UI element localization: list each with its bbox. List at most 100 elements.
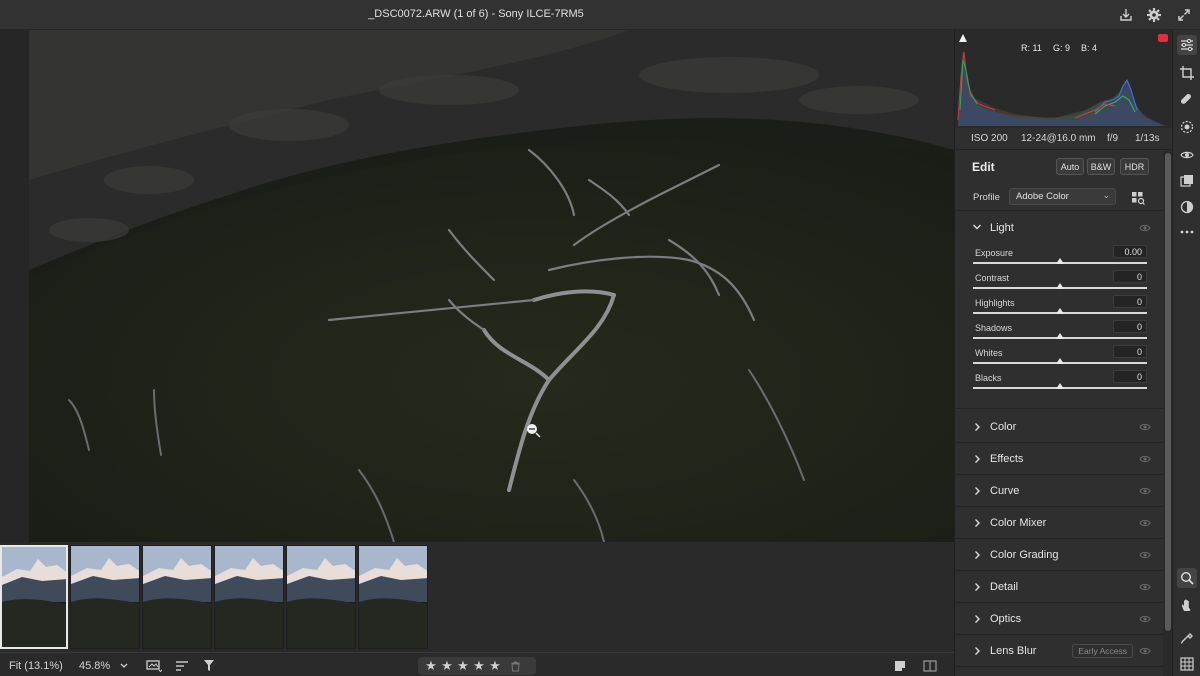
filmstrip-thumbnail[interactable] (70, 545, 140, 649)
slider-thumb[interactable] (1056, 333, 1064, 339)
slider-thumb[interactable] (1056, 283, 1064, 289)
chevron-down-icon (972, 222, 982, 232)
fit-zoom-button[interactable]: Fit (13.1%) (9, 660, 63, 672)
filmstrip-thumbnail[interactable] (0, 545, 68, 649)
section-optics[interactable]: Optics (955, 603, 1163, 635)
filter-icon[interactable] (201, 658, 217, 673)
profile-select[interactable]: Adobe Color ⌄ (1009, 188, 1116, 205)
filmstrip-thumbnail[interactable] (358, 545, 428, 649)
chevron-down-icon: ⌄ (1102, 190, 1110, 200)
filmstrip-thumbnail[interactable] (142, 545, 212, 649)
slider-thumb[interactable] (1056, 358, 1064, 364)
star-icon[interactable]: ★ (488, 659, 502, 673)
eye-icon[interactable] (1139, 422, 1151, 432)
photo-canvas[interactable] (29, 30, 954, 542)
eye-icon[interactable] (1139, 550, 1151, 560)
slider-track[interactable] (973, 308, 1147, 314)
chevron-right-icon (972, 454, 982, 464)
histogram-g-value: G: 9 (1053, 43, 1071, 53)
section-curve[interactable]: Curve (955, 475, 1163, 507)
star-rating: ★ ★ ★ ★ ★ (418, 657, 536, 675)
hand-tool-icon[interactable] (1177, 595, 1197, 615)
expand-icon[interactable] (1174, 5, 1194, 25)
single-view-icon[interactable] (893, 658, 907, 673)
chevron-down-icon[interactable] (118, 658, 130, 673)
exposure-value-field[interactable]: 0.00 (1113, 245, 1147, 258)
profile-value: Adobe Color (1016, 191, 1069, 202)
edit-sliders-icon[interactable] (1177, 35, 1197, 55)
sampler-icon[interactable] (1177, 627, 1197, 647)
filmstrip-thumbnail[interactable] (286, 545, 356, 649)
iso-value: ISO 200 (971, 133, 1008, 144)
zoom-level-button[interactable]: 45.8% (79, 660, 110, 672)
healing-brush-icon[interactable] (1177, 90, 1197, 110)
slider-track[interactable] (973, 383, 1147, 389)
filmstrip-thumbnail[interactable] (214, 545, 284, 649)
slider-track[interactable] (973, 258, 1147, 264)
whites-value-field[interactable]: 0 (1113, 345, 1147, 358)
bw-button[interactable]: B&W (1087, 158, 1115, 175)
histogram-b-value: B: 4 (1081, 43, 1098, 53)
slider-thumb[interactable] (1056, 258, 1064, 264)
zoom-tool-icon[interactable] (1177, 568, 1197, 588)
highlights-value-field[interactable]: 0 (1113, 295, 1147, 308)
eye-icon[interactable] (1139, 646, 1151, 656)
gear-icon[interactable] (1144, 5, 1164, 25)
section-detail[interactable]: Detail (955, 571, 1163, 603)
scrollbar-thumb[interactable] (1165, 153, 1171, 631)
red-eye-icon[interactable] (1177, 145, 1197, 165)
title-bar: _DSC0072.ARW (1 of 6) - Sony ILCE-7RM5 (0, 0, 1200, 30)
camera-info: ISO 200 12-24@16.0 mm f/9 1/13s (955, 128, 1173, 150)
shadows-value-field[interactable]: 0 (1113, 320, 1147, 333)
eye-icon[interactable] (1139, 614, 1151, 624)
bottom-bar: Fit (13.1%) 45.8% ★ ★ ★ ★ ★ (0, 652, 954, 676)
eye-icon[interactable] (1139, 486, 1151, 496)
slider-thumb[interactable] (1056, 383, 1064, 389)
save-image-icon[interactable] (1116, 5, 1136, 25)
eye-icon[interactable] (1139, 454, 1151, 464)
masking-icon[interactable] (1177, 117, 1197, 137)
chevron-right-icon (972, 614, 982, 624)
slider-track[interactable] (973, 358, 1147, 364)
trash-icon[interactable] (508, 661, 522, 672)
slider-track[interactable] (973, 283, 1147, 289)
section-lens-blur[interactable]: Lens Blur Early Access (955, 635, 1163, 667)
eye-icon[interactable] (1139, 518, 1151, 528)
slider-track[interactable] (973, 333, 1147, 339)
section-effects[interactable]: Effects (955, 443, 1163, 475)
star-icon[interactable]: ★ (424, 659, 438, 673)
star-icon[interactable]: ★ (440, 659, 454, 673)
more-icon[interactable] (1177, 222, 1197, 242)
profile-browser-icon[interactable] (1131, 191, 1145, 205)
auto-button[interactable]: Auto (1056, 158, 1084, 175)
slider-thumb[interactable] (1056, 308, 1064, 314)
eye-icon[interactable] (1139, 582, 1151, 592)
contrast-value-field[interactable]: 0 (1113, 270, 1147, 283)
crop-icon[interactable] (1177, 63, 1197, 83)
section-title: Lens Blur (990, 645, 1037, 657)
star-icon[interactable]: ★ (456, 659, 470, 673)
section-color[interactable]: Color (955, 411, 1163, 443)
star-icon[interactable]: ★ (472, 659, 486, 673)
slider-whites: Whites 0 (955, 345, 1163, 370)
slider-label: Exposure (975, 248, 1014, 258)
light-section-title: Light (990, 222, 1014, 234)
eye-icon[interactable] (1139, 223, 1151, 233)
left-gutter (0, 30, 29, 542)
snapshots-icon[interactable] (1177, 197, 1197, 217)
section-title: Effects (990, 453, 1024, 465)
hdr-button[interactable]: HDR (1120, 158, 1149, 175)
chevron-right-icon (972, 582, 982, 592)
presets-icon[interactable] (1177, 171, 1197, 191)
histogram: R: 11 G: 9 B: 4 (955, 30, 1173, 128)
filmstrip-view-icon[interactable] (145, 658, 163, 673)
compare-view-icon[interactable] (922, 658, 938, 673)
section-color-mixer[interactable]: Color Mixer (955, 507, 1163, 539)
grid-overlay-icon[interactable] (1177, 654, 1197, 674)
slider-label: Blacks (975, 373, 1002, 383)
sort-icon[interactable] (174, 658, 190, 673)
slider-highlights: Highlights 0 (955, 295, 1163, 320)
section-color-grading[interactable]: Color Grading (955, 539, 1163, 571)
blacks-value-field[interactable]: 0 (1113, 370, 1147, 383)
light-section-header[interactable]: Light (955, 213, 1163, 243)
